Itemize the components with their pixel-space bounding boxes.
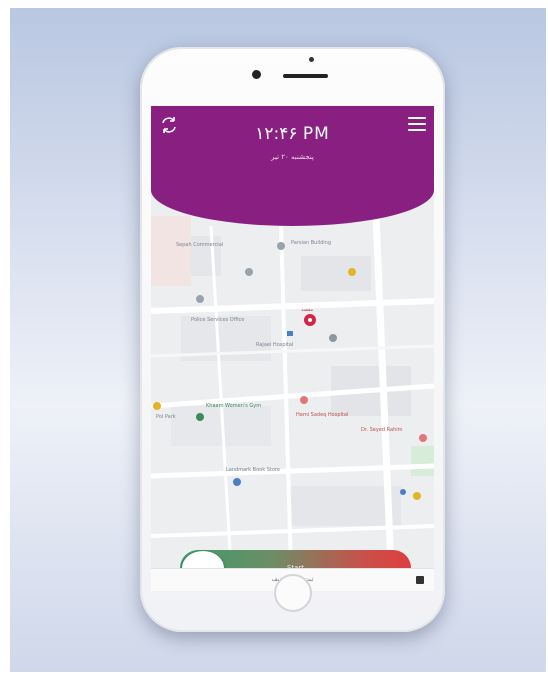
clock-date: پنجشنبه ۲۰ تیر [271,153,314,161]
map-pin-blue-2 [233,478,241,486]
sensor-dot [309,57,314,62]
map-pin-yellow-1 [348,268,356,276]
app-screen: Sepah Commercial Parsian Building Police… [151,106,434,568]
map-pin-blue-3 [400,489,406,495]
map-pin-gray-3 [196,295,204,303]
map-pin-gray-2 [245,268,253,276]
map-pin-green-1 [196,413,204,421]
bottom-bar-icon[interactable] [416,576,424,584]
map-label: Parsian Building [291,240,331,246]
map-label: Khaam Women's Gym [206,403,261,409]
swipe-start-slider[interactable]: Start [180,550,411,568]
app-header: ۱۲:۴۶ PM پنجشنبه ۲۰ تیر [151,106,434,226]
speaker-grille [283,74,328,78]
map-marker-label: مقصد [301,307,313,313]
map-label: Rajaei Hospital [256,342,293,348]
home-button[interactable] [274,574,312,612]
map-pin-gray-1 [277,242,285,250]
map-pin-red-marker [304,314,316,326]
map-pin-red-3 [419,434,427,442]
map-label: Police Services Office [191,317,244,323]
map-label: Dr. Seyed Rahim [361,427,403,433]
map-pin-gray-4 [329,334,337,342]
map-label: Hami Sadeq Hospital [296,412,348,418]
camera-icon [252,70,261,79]
map-label: Sepah Commercial [176,242,223,248]
map-label: Landmark Book Store [226,467,280,473]
phone-device: Sepah Commercial Parsian Building Police… [140,47,445,632]
map-pin-blue-1 [287,331,293,336]
map-pin-yellow-3 [413,492,421,500]
map-pin-red-2 [300,396,308,404]
clock-time: ۱۲:۴۶ PM [255,124,330,144]
map-label: Pol Park [156,414,176,420]
map-pin-yellow-2 [153,402,161,410]
